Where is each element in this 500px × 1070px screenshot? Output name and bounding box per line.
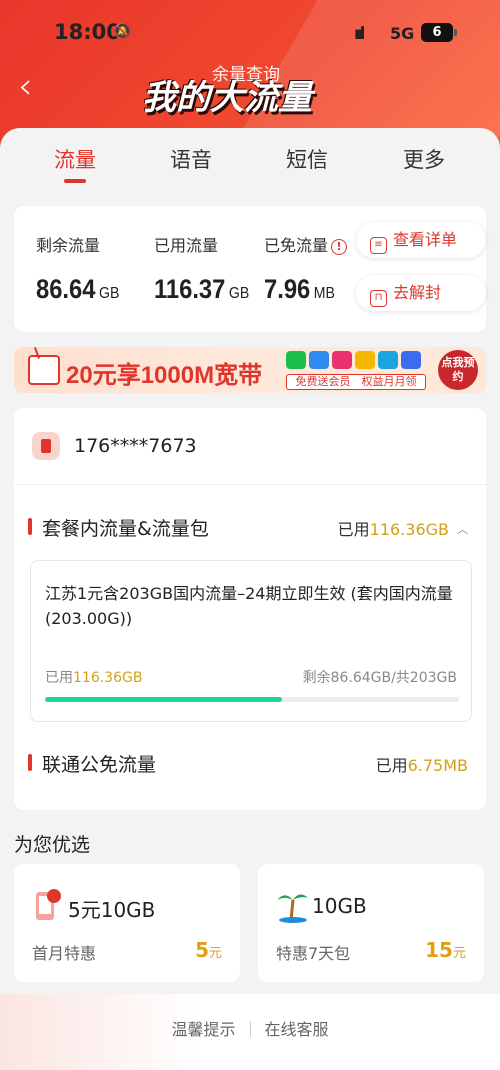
- mango-tv-icon: [355, 351, 375, 369]
- free-usage: 已免流量! 7.96 MB: [264, 232, 348, 305]
- tips-link[interactable]: 温馨提示: [171, 1020, 235, 1039]
- package-section-used: 116.36GB: [369, 520, 449, 539]
- tab-bar: 流量 语音 短信 更多: [0, 128, 500, 190]
- iqiyi-icon: [286, 351, 306, 369]
- offer-desc: 特惠7天包: [276, 944, 351, 963]
- info-icon[interactable]: !: [331, 238, 348, 255]
- tab-data[interactable]: 流量: [30, 144, 120, 174]
- data-detail-card: 176****7673 套餐内流量&流量包 已用116.36GB ︿ 江苏1元含2…: [14, 408, 486, 810]
- status-bar: 18:00 🔕 ııl 5G 6: [0, 0, 500, 64]
- footer-links: 温馨提示 在线客服: [0, 1016, 500, 1040]
- banner-title: 20元享1000M宽带: [66, 362, 263, 389]
- offer-price: 15元: [425, 938, 466, 962]
- broadband-promo-banner[interactable]: 20元享1000M宽带 免费送会员 权益月月领 点我预约: [14, 347, 486, 393]
- package-progress-fill: [45, 697, 283, 702]
- palm-tree-icon: [278, 894, 308, 923]
- offer-card-1[interactable]: 5元10GB 首月特惠 5元: [14, 864, 240, 982]
- free-section-usage: 已用6.75MB: [375, 756, 468, 775]
- tencent-video-icon: [309, 351, 329, 369]
- free-label: 已免流量!: [264, 232, 348, 256]
- phone-number: 176****7673: [74, 435, 197, 457]
- signal-icon: ııl: [354, 24, 366, 44]
- used-usage: 已用流量 116.37 GB: [154, 232, 262, 305]
- package-progress-bar: [45, 697, 459, 702]
- package-remaining: 剩余86.64GB/共203GB: [302, 670, 457, 686]
- unlock-button[interactable]: ⊓ 去解封: [356, 275, 486, 311]
- mute-bell-icon: 🔕: [113, 22, 132, 40]
- back-chevron-icon[interactable]: ‹: [18, 66, 32, 107]
- lock-icon: ⊓: [370, 290, 387, 307]
- used-value: 116.37 GB: [154, 274, 250, 304]
- youku-icon: [332, 351, 352, 369]
- phone-data-icon: [36, 889, 61, 920]
- tab-voice[interactable]: 语音: [146, 144, 236, 174]
- banner-subtitle: 免费送会员 权益月月领: [286, 374, 426, 390]
- offer-name: 5元10GB: [68, 898, 156, 922]
- remaining-value: 86.64 GB: [36, 274, 120, 304]
- package-used: 已用116.36GB: [45, 670, 143, 686]
- used-label: 已用流量: [154, 236, 219, 255]
- tab-sms[interactable]: 短信: [262, 144, 352, 174]
- package-section-title: 套餐内流量&流量包: [28, 514, 209, 541]
- free-value: 7.96 MB: [264, 274, 335, 304]
- app-logos: [286, 351, 424, 371]
- view-details-button[interactable]: ≡ 查看详单: [356, 222, 486, 258]
- offer-name: 10GB: [312, 894, 367, 918]
- network-type: 5G: [390, 24, 415, 43]
- list-search-icon: ≡: [370, 237, 387, 254]
- free-section-title: 联通公免流量: [28, 750, 156, 777]
- tab-more[interactable]: 更多: [379, 144, 469, 174]
- package-item: 江苏1元含203GB国内流量–24期立即生效 (套内国内流量(203.00G))…: [30, 560, 472, 722]
- footer-divider: [249, 1021, 251, 1037]
- remaining-usage: 剩余流量 86.64 GB: [36, 232, 131, 305]
- router-icon: [28, 355, 60, 385]
- divider: [14, 484, 486, 485]
- sim-card-icon: [32, 432, 60, 460]
- offer-card-2[interactable]: 10GB 特惠7天包 15元: [258, 864, 484, 982]
- footer: 温馨提示 在线客服: [0, 994, 500, 1070]
- customer-service-link[interactable]: 在线客服: [265, 1020, 329, 1039]
- e-app-icon: [378, 351, 398, 369]
- package-name: 江苏1元含203GB国内流量–24期立即生效 (套内国内流量(203.00G)): [45, 584, 453, 628]
- reserve-button[interactable]: 点我预约: [438, 350, 478, 390]
- battery-icon: 6: [421, 23, 457, 42]
- offer-desc: 首月特惠: [32, 944, 97, 963]
- page-title: 我的大流量: [142, 78, 312, 118]
- package-section-toggle[interactable]: 已用116.36GB ︿: [338, 516, 468, 540]
- chevron-up-icon: ︿: [457, 523, 468, 536]
- offer-price: 5元: [195, 938, 222, 962]
- active-tab-indicator: [64, 179, 86, 183]
- remaining-label: 剩余流量: [36, 236, 101, 255]
- recommendations-title: 为您优选: [14, 834, 91, 856]
- status-time: 18:00: [54, 20, 121, 44]
- baidu-netdisk-icon: [401, 351, 421, 369]
